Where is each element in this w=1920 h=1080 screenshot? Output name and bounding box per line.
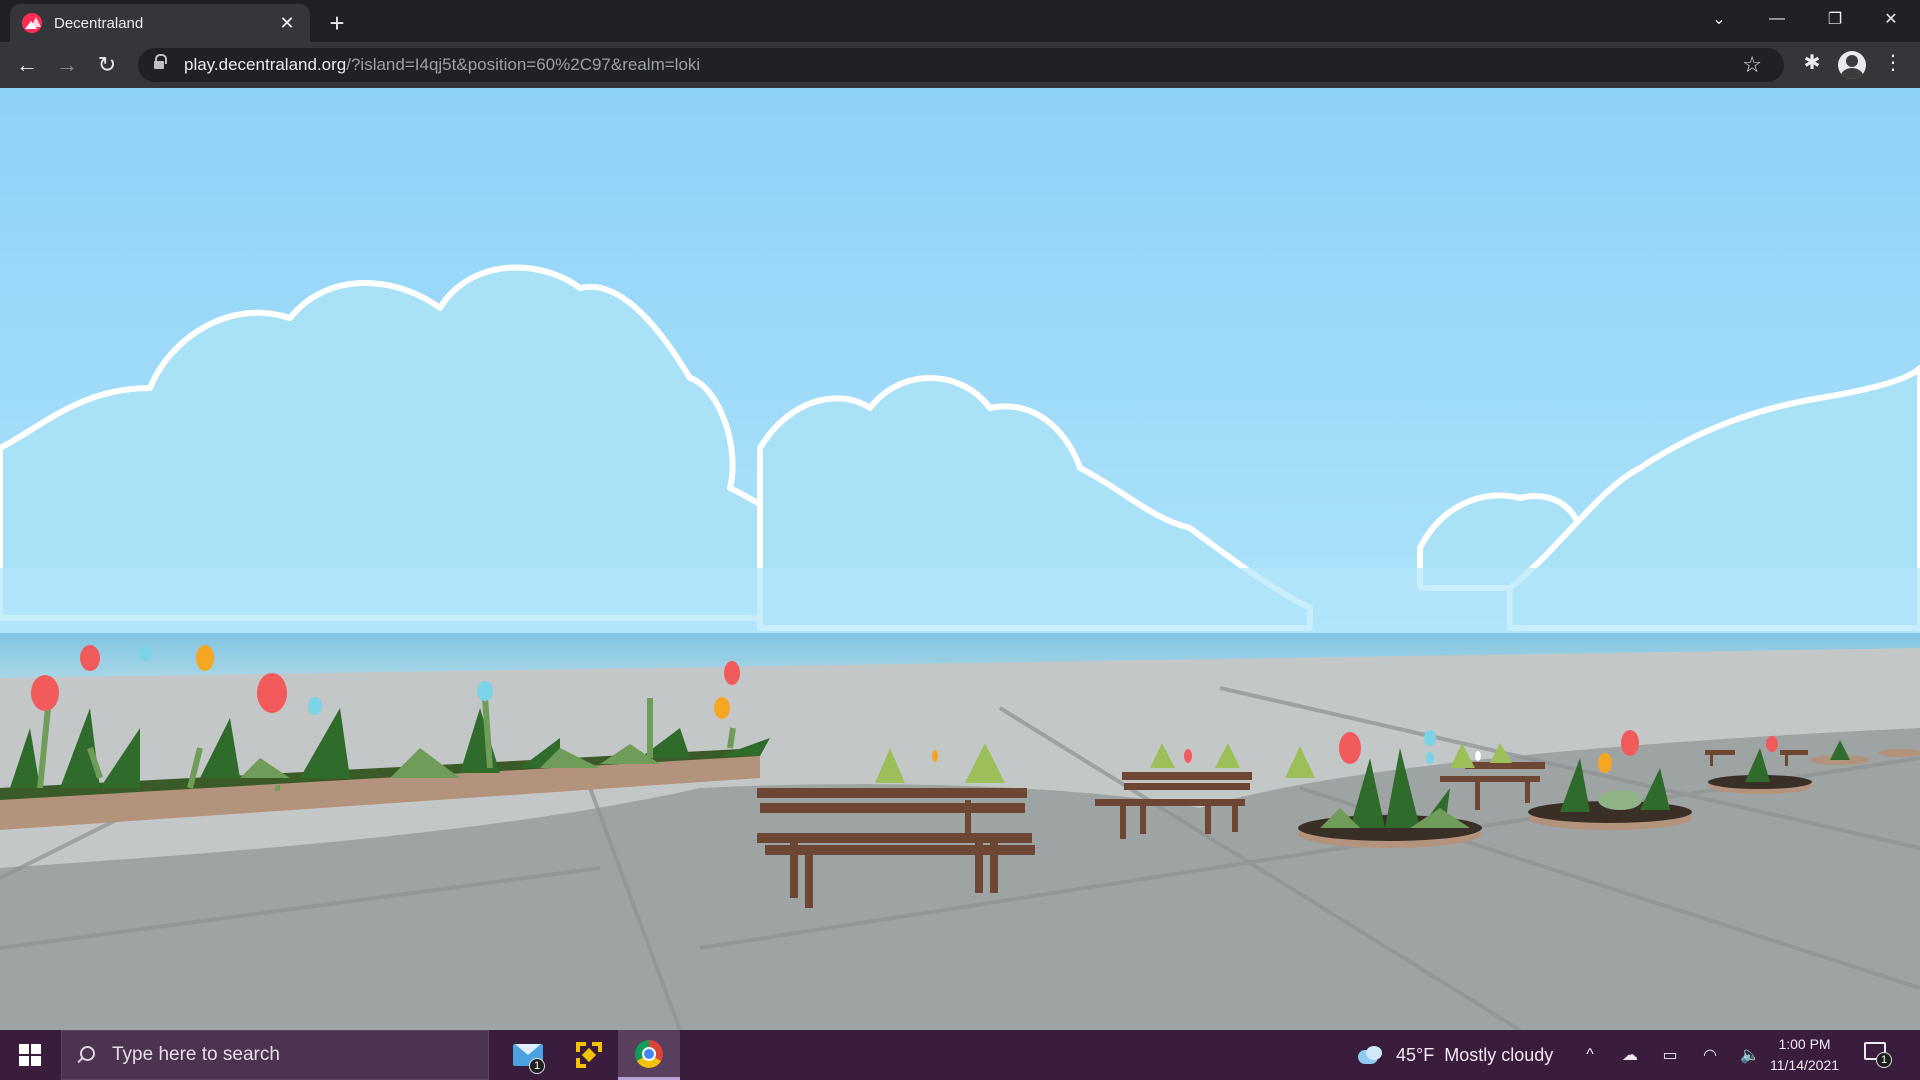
windows-taskbar: Type here to search 1 45°F Mostly cloudy…: [0, 1030, 1920, 1080]
lock-icon[interactable]: [154, 54, 167, 71]
browser-toolbar: ← → ↻ play.decentraland.org/?island=I4qj…: [0, 42, 1920, 88]
tab-search-button[interactable]: ⌄: [1690, 0, 1748, 38]
bookmark-star-icon[interactable]: ☆: [1742, 52, 1762, 78]
search-icon: [76, 1046, 95, 1064]
minimize-button[interactable]: —: [1748, 0, 1806, 38]
taskbar-search-box[interactable]: Type here to search: [61, 1030, 489, 1080]
weather-temperature: 45°F: [1396, 1044, 1435, 1065]
url-path: /?island=I4qj5t&position=60%2C97&realm=l…: [346, 55, 701, 74]
wifi-icon[interactable]: ◠: [1690, 1045, 1730, 1065]
show-hidden-icons-chevron-icon[interactable]: ^: [1570, 1046, 1610, 1064]
system-tray: ^ ☁ ▭ ◠ 🔈: [1570, 1030, 1770, 1080]
search-placeholder: Type here to search: [112, 1044, 280, 1065]
weather-widget[interactable]: 45°F Mostly cloudy: [1358, 1030, 1553, 1080]
onedrive-cloud-icon[interactable]: ☁: [1610, 1045, 1650, 1065]
battery-icon[interactable]: ▭: [1650, 1045, 1690, 1065]
cloudy-weather-icon: [1358, 1046, 1384, 1064]
scene-render[interactable]: [0, 88, 1920, 1030]
action-center-button[interactable]: 1: [1864, 1042, 1892, 1068]
restore-button[interactable]: ❐: [1806, 0, 1864, 38]
address-bar[interactable]: play.decentraland.org/?island=I4qj5t&pos…: [138, 48, 1784, 82]
extensions-puzzle-icon[interactable]: ✱: [1797, 50, 1827, 75]
tab-decentraland[interactable]: Decentraland ✕: [10, 4, 310, 42]
tab-strip: Decentraland ✕ + ⌄ — ❐ ✕: [0, 0, 1920, 42]
windows-logo-icon: [19, 1044, 41, 1066]
close-window-button[interactable]: ✕: [1862, 0, 1920, 38]
clock-date: 11/14/2021: [1770, 1057, 1840, 1073]
clock-time: 1:00 PM: [1778, 1036, 1831, 1052]
tab-close-icon[interactable]: ✕: [276, 13, 298, 34]
taskbar-chrome-app[interactable]: [618, 1030, 680, 1080]
reload-button[interactable]: ↻: [91, 49, 123, 81]
back-button[interactable]: ←: [11, 49, 43, 81]
taskbar-mail-app[interactable]: 1: [497, 1030, 559, 1080]
browser-menu-icon[interactable]: ⋮: [1878, 50, 1908, 75]
chrome-icon: [635, 1039, 663, 1068]
url-host: play.decentraland.org: [184, 55, 347, 74]
profile-avatar[interactable]: [1838, 51, 1866, 79]
clock[interactable]: 1:00 PM 11/14/2021: [1770, 1030, 1839, 1080]
tab-title: Decentraland: [54, 14, 144, 32]
weather-condition: Mostly cloudy: [1444, 1044, 1554, 1065]
snip-sketch-icon: [574, 1040, 604, 1070]
decentraland-favicon-icon: [22, 13, 42, 33]
start-button[interactable]: [0, 1030, 60, 1080]
volume-icon[interactable]: 🔈: [1730, 1045, 1770, 1065]
decentraland-scene-canvas[interactable]: [0, 88, 1920, 1030]
forward-button[interactable]: →: [51, 49, 83, 81]
mail-unread-badge: 1: [529, 1058, 545, 1074]
notification-count-badge: 1: [1876, 1052, 1892, 1068]
taskbar-snip-app[interactable]: [558, 1030, 620, 1080]
new-tab-button[interactable]: +: [322, 8, 352, 38]
